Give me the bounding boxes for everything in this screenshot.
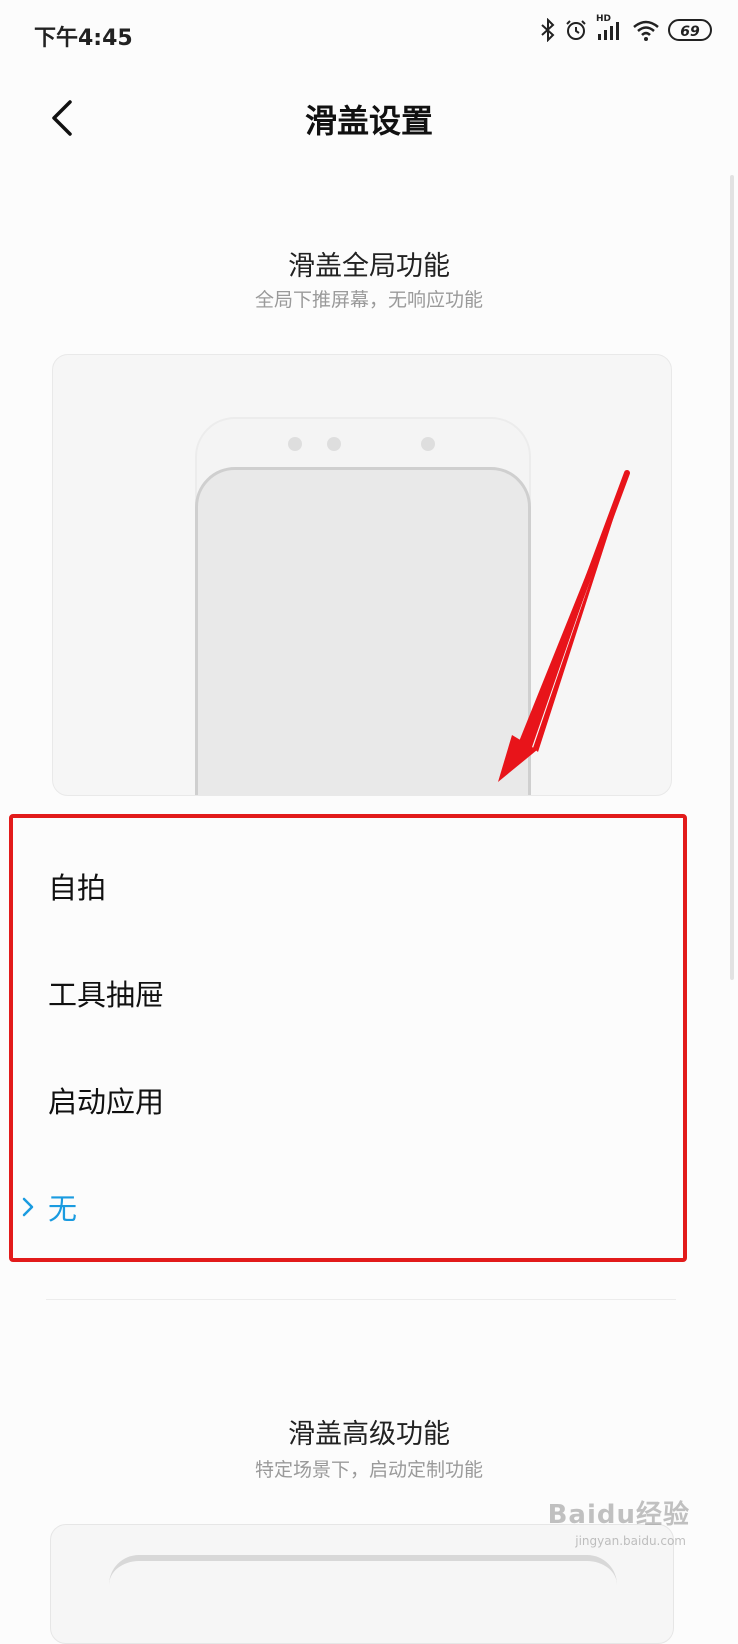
- option-selfie[interactable]: 自拍: [0, 832, 738, 939]
- status-icons: HD 69: [540, 14, 712, 42]
- slide-illustration: [52, 354, 672, 796]
- cell-signal-icon: HD: [596, 14, 624, 42]
- option-label: 工具抽屉: [48, 977, 165, 1012]
- camera-dot: [327, 437, 341, 451]
- alarm-icon: [564, 18, 588, 42]
- bluetooth-icon: [540, 18, 556, 42]
- signal-hd-label: HD: [596, 14, 612, 24]
- advanced-section-subtitle: 特定场景下，启动定制功能: [254, 1459, 483, 1481]
- global-section-subtitle: 全局下推屏幕，无响应功能: [254, 289, 483, 311]
- option-label: 无: [48, 1191, 78, 1226]
- baidu-watermark: Baidu经验: [547, 1500, 690, 1530]
- phone-front-screen: [195, 467, 531, 795]
- option-launch-app[interactable]: 启动应用: [0, 1046, 738, 1153]
- phone-top-outline: [109, 1555, 617, 1641]
- battery-indicator: 69: [668, 19, 712, 41]
- annotation-arrow-icon: [498, 470, 630, 782]
- camera-dot: [288, 437, 302, 451]
- section-divider: [46, 1299, 676, 1300]
- sensor-dot: [421, 437, 435, 451]
- chevron-right-icon: [22, 1197, 34, 1216]
- advanced-section-title: 滑盖高级功能: [288, 1419, 450, 1450]
- header: 滑盖设置: [0, 66, 738, 176]
- option-label: 自拍: [48, 870, 107, 905]
- option-tool-drawer[interactable]: 工具抽屉: [0, 939, 738, 1046]
- status-bar: 下午4:45 HD 69: [0, 0, 738, 66]
- option-none[interactable]: 无: [0, 1153, 738, 1260]
- global-section-title: 滑盖全局功能: [288, 251, 450, 282]
- page-title: 滑盖设置: [304, 102, 433, 140]
- wifi-icon: [632, 18, 660, 42]
- baidu-watermark-url: jingyan.baidu.com: [575, 1534, 686, 1548]
- option-label: 启动应用: [48, 1084, 165, 1119]
- status-time: 下午4:45: [34, 26, 133, 51]
